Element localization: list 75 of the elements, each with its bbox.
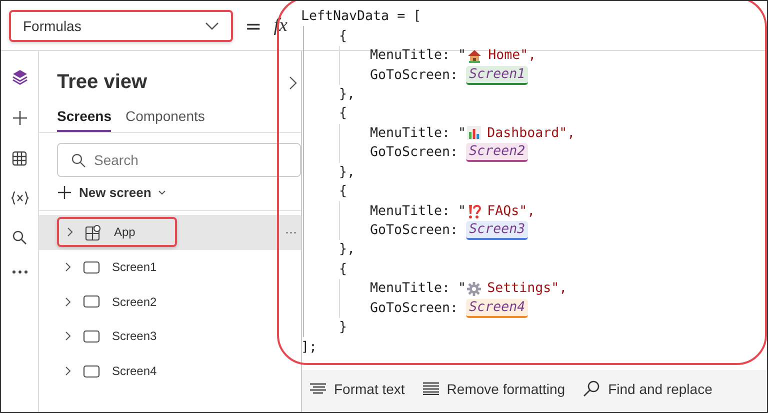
expand-chevron-icon[interactable] [65,262,71,272]
code-text: MenuTitle: " [370,281,466,296]
code-text: { [339,28,348,44]
more-options[interactable]: ··· [285,225,297,240]
plus-icon[interactable] [12,110,28,126]
item-label: Screen3 [112,329,157,344]
screen-icon [83,364,100,378]
code-text: GoToScreen: [370,68,458,83]
code-text: MenuTitle: " [370,48,466,64]
screen-icon [83,260,100,274]
screen-reference: Screen3 [466,221,528,240]
search-icon [71,153,86,168]
equals-sign: = [245,14,262,38]
search-icon [583,380,600,397]
toolbar-button[interactable]: Remove formatting [422,380,566,397]
gear-icon [467,282,482,296]
lines-icon [422,382,439,395]
code-string: Dashboard", [487,126,576,141]
code-text: GoToScreen: [370,223,458,238]
house-icon [467,48,482,63]
chevron-right-icon[interactable] [289,76,297,90]
app-icon [85,224,102,241]
more-icon[interactable] [12,270,28,274]
code-text: }, [339,86,356,102]
screen-icon [83,330,100,343]
new-screen-button[interactable]: New screen [57,185,166,200]
item-label: Screen1 [112,260,157,274]
chevron-down-icon [205,22,219,30]
panel-title: Tree view [57,71,148,94]
code-text: GoToScreen: [370,300,458,316]
code-string: FAQs", [487,204,536,219]
code-text: MenuTitle: " [370,204,466,219]
screen-reference: Screen2 [466,143,528,162]
item-label: Screen2 [112,294,157,309]
code-string: Home", [488,48,536,64]
code-text: GoToScreen: [370,145,458,160]
code-text: { [339,106,348,122]
tree-item[interactable]: Screen2 [39,284,301,320]
exclamation-question-icon [467,204,482,219]
code-text: MenuTitle: " [370,126,466,141]
search-field[interactable]: Search [57,143,301,177]
toolbar-button[interactable]: Find and replace [583,380,712,397]
format-text-icon [310,382,326,394]
code-text: }, [339,242,356,258]
expand-chevron-icon[interactable] [67,227,73,238]
tab[interactable]: Components [125,104,205,132]
code-text: LeftNavData = [ [301,9,422,24]
chevron-down-icon [158,190,166,195]
expand-chevron-icon[interactable] [65,366,71,376]
code-text: } [339,320,348,336]
item-label: Screen4 [112,364,157,378]
code-text: ]; [301,340,318,355]
screen-reference: Screen4 [466,298,528,318]
screen-reference: Screen1 [466,66,528,85]
tree-item[interactable]: Screen3 [39,319,301,354]
code-text: { [339,262,348,277]
layers-icon[interactable] [12,69,28,85]
item-label: App [114,225,136,240]
bar-chart-icon [467,126,482,140]
table-icon[interactable] [12,151,27,166]
tab[interactable]: Screens [57,104,112,132]
tree-item[interactable]: App ··· [39,215,301,250]
search-icon[interactable] [12,230,27,245]
code-string: Settings", [487,281,568,296]
variables-icon[interactable] [10,191,28,205]
tree-item[interactable]: Screen1 [39,250,301,284]
expand-chevron-icon[interactable] [65,296,71,307]
tree-item[interactable]: Screen4 [39,354,301,388]
code-text: }, [339,164,356,180]
plus-icon [57,185,72,200]
screen-icon [83,295,100,308]
code-text: { [339,184,348,200]
toolbar-button[interactable]: Format text [310,380,405,397]
property-dropdown[interactable]: Formulas [9,10,233,42]
expand-chevron-icon[interactable] [65,331,71,342]
